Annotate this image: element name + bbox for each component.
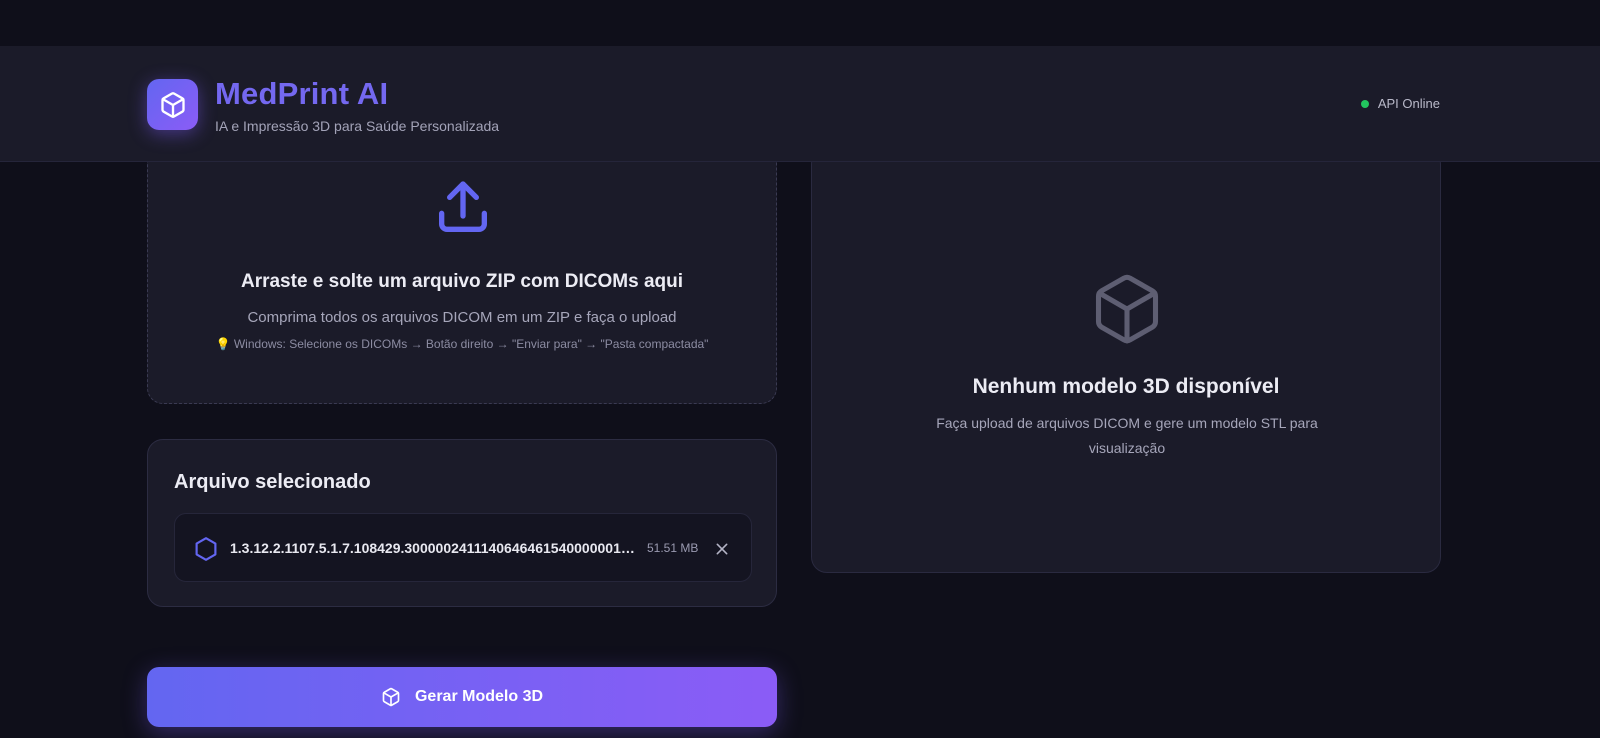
- app-header: MedPrint AI IA e Impressão 3D para Saúde…: [0, 46, 1600, 162]
- cube-icon: [382, 687, 400, 707]
- cube-icon: [1095, 274, 1159, 344]
- close-icon: [716, 543, 728, 555]
- app-root: MedPrint AI IA e Impressão 3D para Saúde…: [0, 0, 1600, 738]
- dropzone-subtitle: Comprima todos os arquivos DICOM em um Z…: [247, 309, 677, 326]
- file-size: 51.51 MB: [647, 541, 699, 555]
- viewer-empty-subtitle: Faça upload de arquivos DICOM e gere um …: [936, 415, 1318, 456]
- upload-icon: [439, 181, 487, 232]
- dropzone-title: Arraste e solte um arquivo ZIP com DICOM…: [240, 271, 684, 292]
- generate-model-button[interactable]: Gerar Modelo 3D: [147, 667, 777, 727]
- app-logo[interactable]: [147, 79, 198, 130]
- file-name: 1.3.12.2.1107.5.1.7.108429.3000002411140…: [230, 540, 635, 556]
- app-subtitle: IA e Impressão 3D para Saúde Personaliza…: [215, 118, 500, 134]
- app-title: MedPrint AI: [215, 76, 389, 111]
- cube-icon: [160, 91, 185, 118]
- generate-model-label: Gerar Modelo 3D: [414, 688, 544, 705]
- api-status: API Online: [1360, 96, 1440, 111]
- dropzone-hint: 💡 Windows: Selecione os DICOMs → Botão d…: [215, 337, 709, 351]
- remove-file-button[interactable]: [711, 538, 733, 560]
- status-dot-icon: [1360, 99, 1369, 108]
- file-item: 1.3.12.2.1107.5.1.7.108429.3000002411140…: [174, 513, 752, 582]
- hexagon-icon: [195, 537, 217, 561]
- viewer-empty-title: Nenhum modelo 3D disponível: [972, 375, 1280, 398]
- model-viewer-panel: Nenhum modelo 3D disponível Faça upload …: [811, 148, 1441, 573]
- selected-file-card: Arquivo selecionado 1.3.12.2.1107.5.1.7.…: [147, 439, 777, 607]
- api-status-label: API Online: [1377, 96, 1440, 111]
- upload-dropzone[interactable]: Arraste e solte um arquivo ZIP com DICOM…: [147, 120, 777, 404]
- selected-file-title: Arquivo selecionado: [174, 471, 371, 493]
